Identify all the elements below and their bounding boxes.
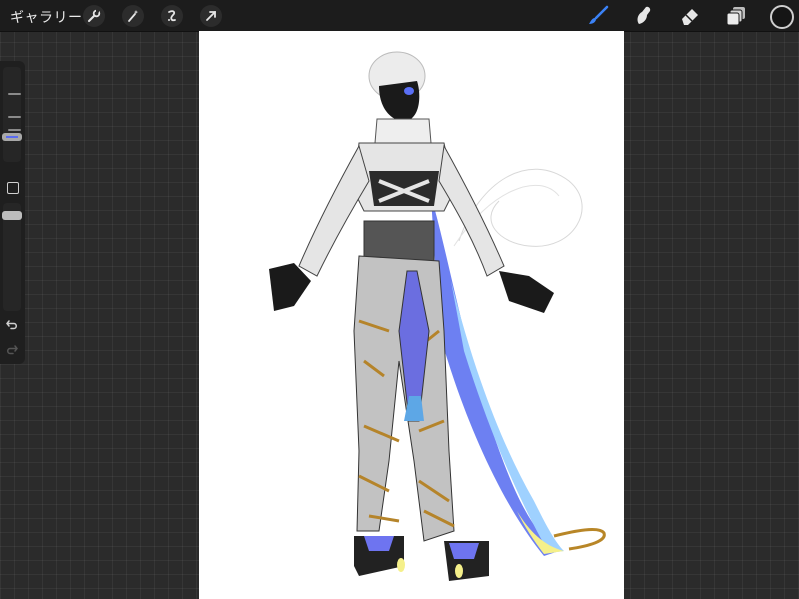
smudge-icon[interactable] bbox=[632, 4, 656, 28]
selection-button[interactable] bbox=[161, 5, 183, 27]
side-toolbar bbox=[0, 61, 25, 364]
slider-tick bbox=[8, 116, 21, 118]
character-illustration bbox=[269, 51, 606, 581]
brush-size-thumb[interactable] bbox=[2, 133, 22, 141]
magic-wand-icon bbox=[128, 10, 139, 22]
transform-arrow-icon bbox=[206, 11, 216, 21]
slider-tick bbox=[8, 93, 21, 95]
brush-icon[interactable] bbox=[586, 4, 610, 28]
color-picker-button[interactable] bbox=[770, 5, 794, 29]
wrench-icon bbox=[88, 9, 101, 22]
redo-icon[interactable] bbox=[5, 342, 19, 356]
selection-icon bbox=[168, 10, 176, 22]
undo-icon[interactable] bbox=[5, 317, 19, 331]
brush-size-slider[interactable] bbox=[3, 67, 21, 162]
modify-button[interactable] bbox=[7, 182, 19, 194]
eraser-icon[interactable] bbox=[678, 4, 702, 28]
top-toolbar: ギャラリー bbox=[0, 0, 799, 32]
gallery-button[interactable]: ギャラリー bbox=[10, 7, 83, 27]
opacity-thumb[interactable] bbox=[2, 211, 22, 220]
drawing-canvas[interactable] bbox=[199, 31, 624, 599]
adjustments-button[interactable] bbox=[122, 5, 144, 27]
layers-icon[interactable] bbox=[724, 4, 748, 28]
transform-button[interactable] bbox=[200, 5, 222, 27]
slider-tick bbox=[8, 129, 21, 131]
actions-button[interactable] bbox=[83, 5, 105, 27]
